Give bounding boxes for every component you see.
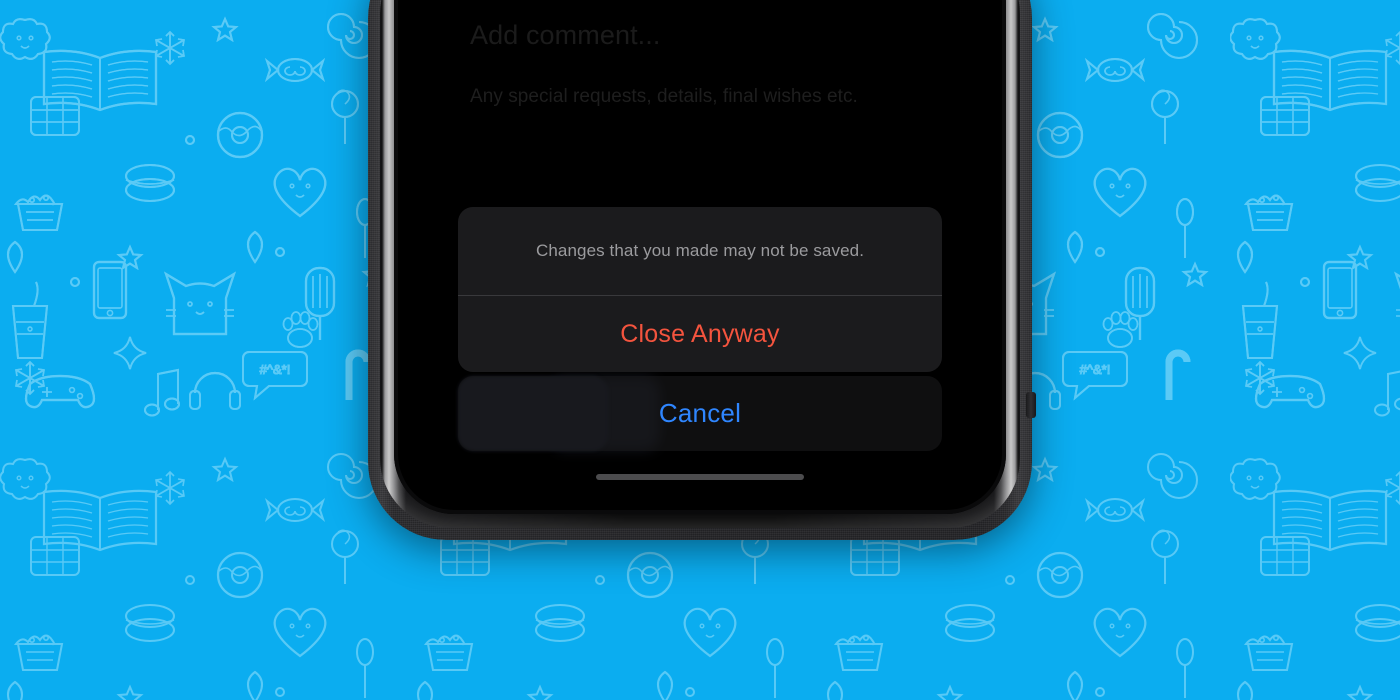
comment-field-placeholder[interactable]: Add comment... (470, 20, 660, 51)
action-sheet-message: Changes that you made may not be saved. (535, 241, 865, 260)
home-indicator[interactable] (596, 474, 804, 480)
close-anyway-button[interactable]: Close Anyway (458, 296, 942, 372)
action-sheet-group: Changes that you made may not be saved. … (458, 207, 942, 372)
phone-device: Add comment... Any special requests, det… (368, 0, 1036, 540)
power-button[interactable] (1026, 392, 1036, 418)
phone-screen: Add comment... Any special requests, det… (400, 0, 1000, 508)
comment-field-hint: Any special requests, details, final wis… (470, 86, 858, 107)
cancel-button[interactable]: Cancel (458, 376, 942, 451)
